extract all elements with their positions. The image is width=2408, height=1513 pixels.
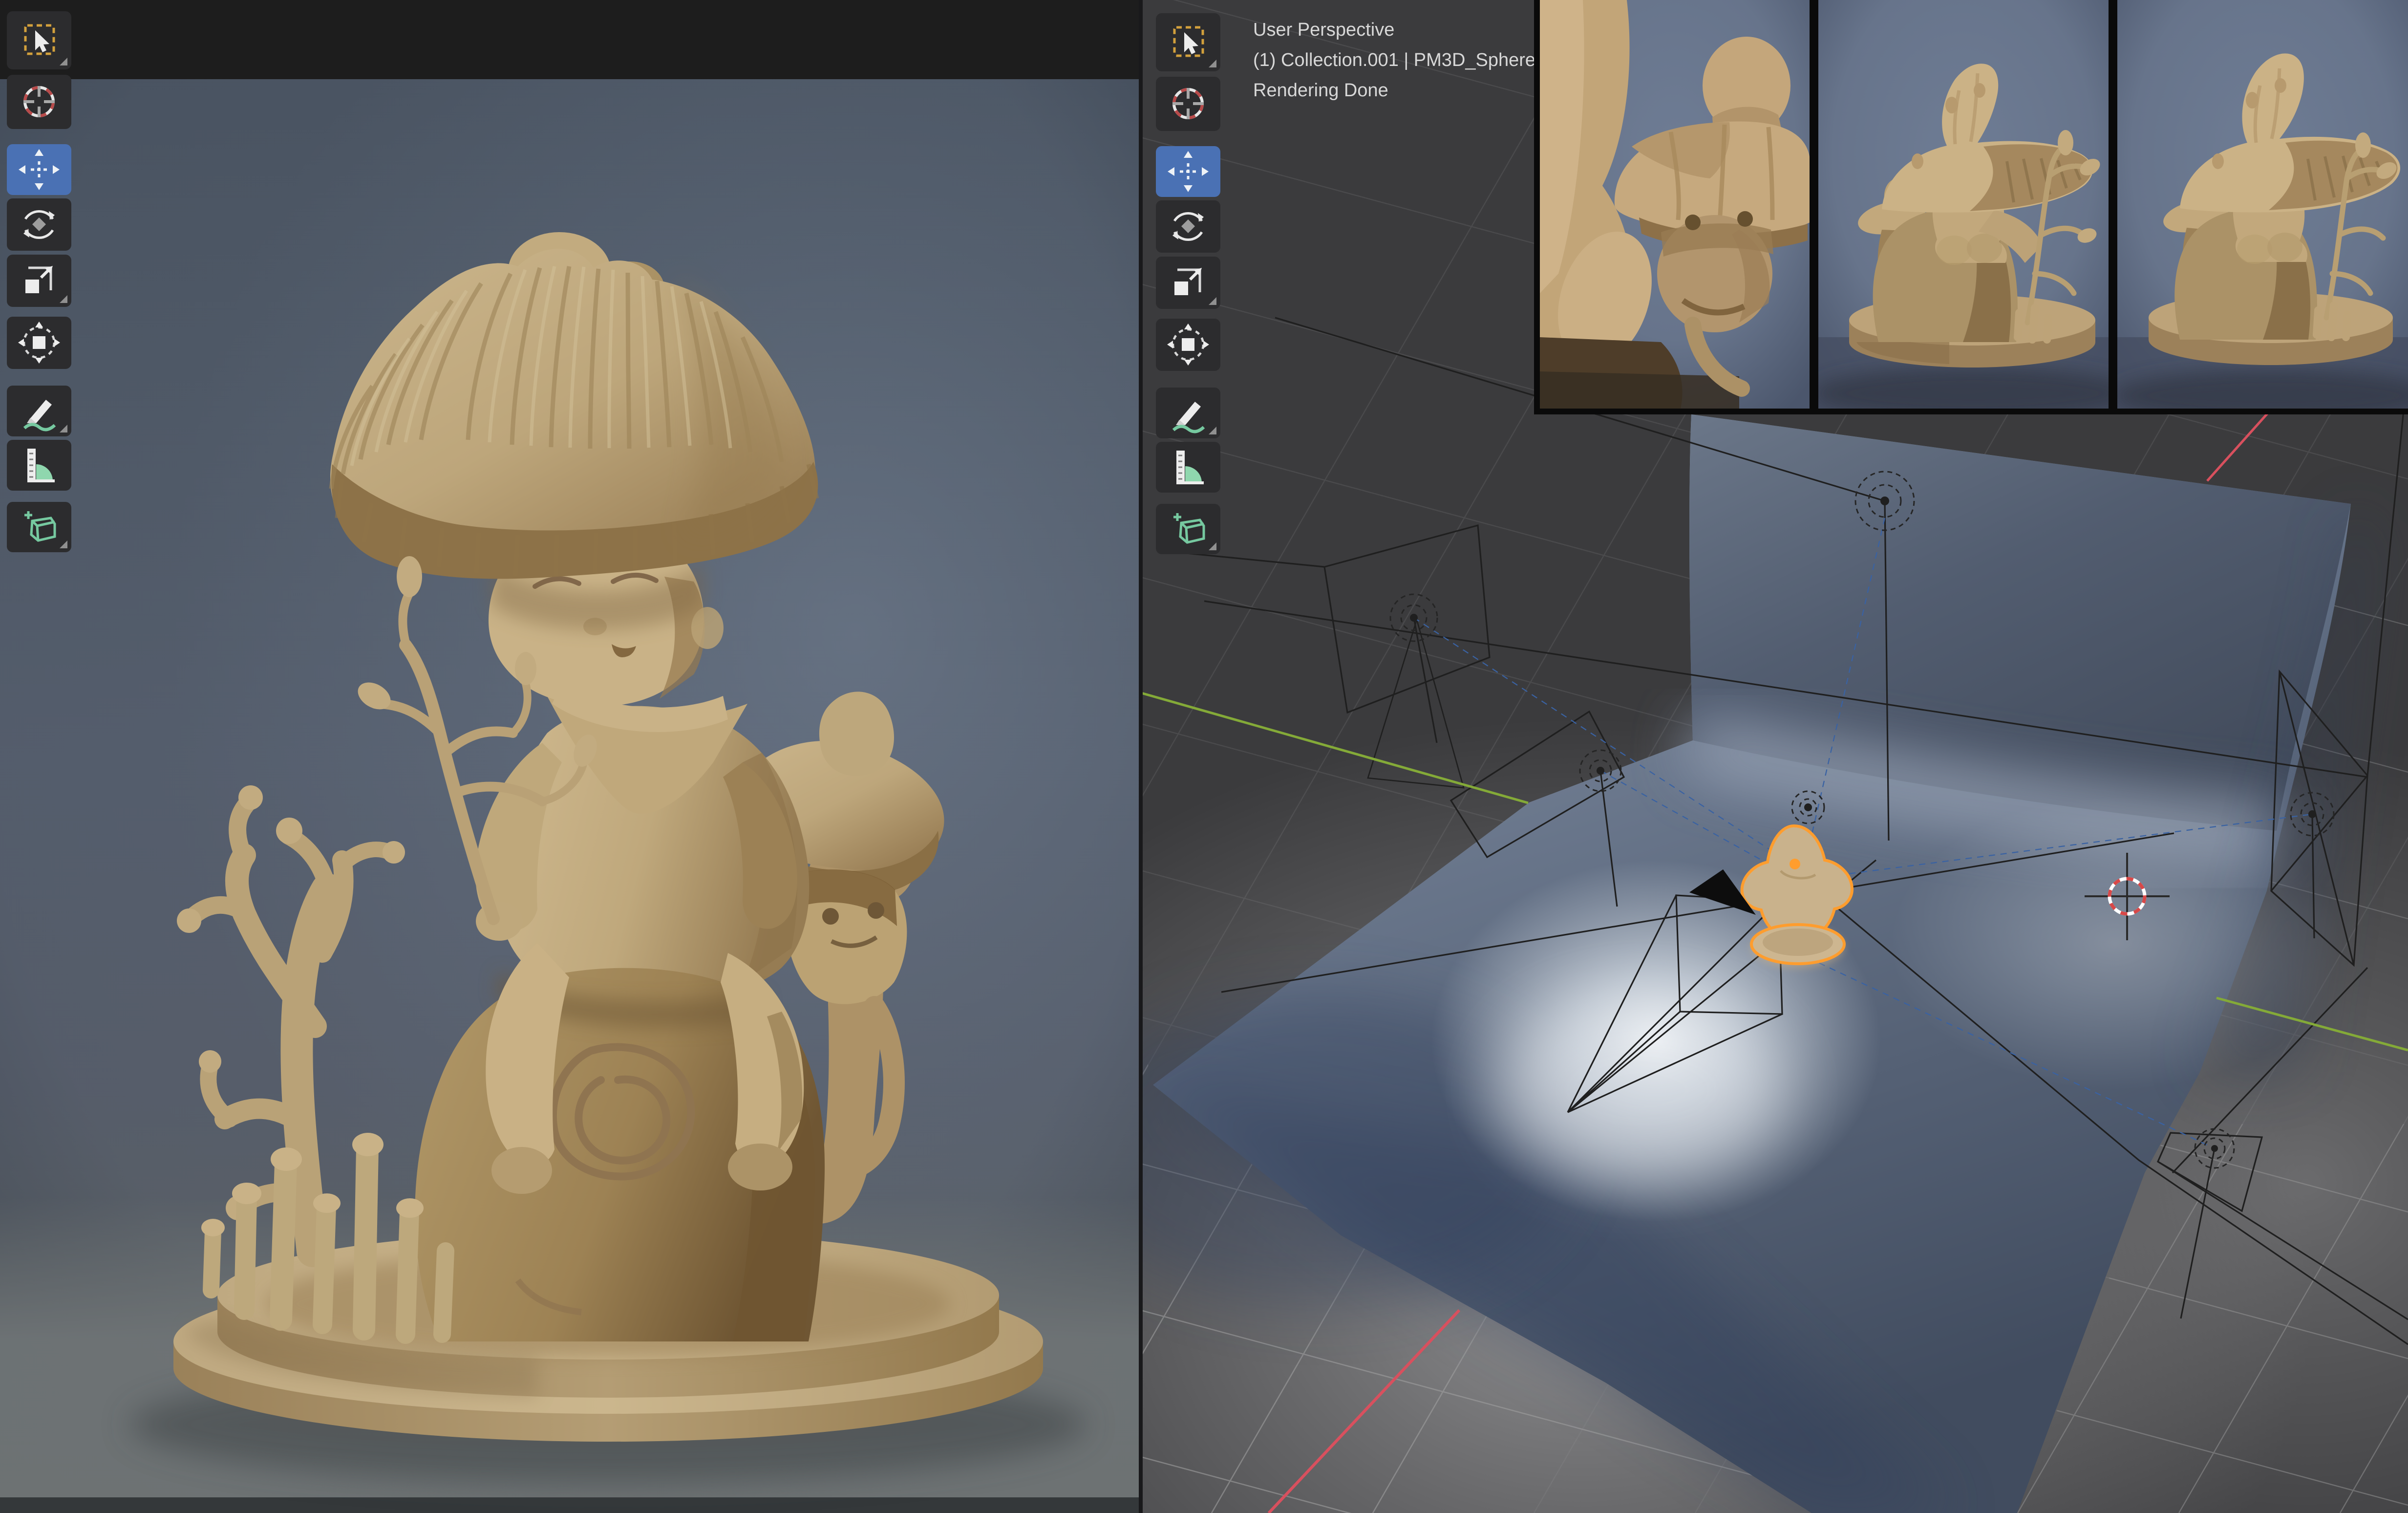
svg-text:(1) Collection.001 | PM3D_Sphe: (1) Collection.001 | PM3D_Sphere3D1 (1253, 50, 1570, 70)
svg-text:User Perspective: User Perspective (1253, 20, 1394, 40)
svg-text:Rendering Done: Rendering Done (1253, 80, 1388, 101)
